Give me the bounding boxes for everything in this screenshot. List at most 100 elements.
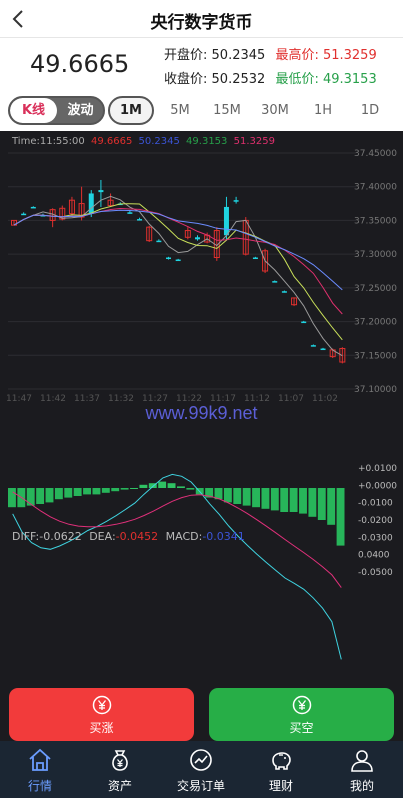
macd-tick-label: -0.0300 — [358, 533, 393, 543]
piggy-bank-icon — [272, 752, 291, 770]
chart-mode-toggle: K线 波动 — [8, 96, 105, 125]
candle-body — [233, 200, 239, 202]
last-price: 49.6665 — [30, 50, 130, 78]
ma-line-mid — [13, 203, 343, 341]
quote-row-open-high: 开盘价: 50.2345 最高价: 51.3259 — [164, 44, 377, 63]
page-title: 央行数字货币 — [150, 13, 253, 33]
candle-body — [223, 206, 229, 236]
nav-orders[interactable]: 交易订单 — [161, 741, 241, 798]
macd-bar — [261, 488, 270, 509]
candle-body — [21, 213, 27, 216]
macd-tick-label: -0.0100 — [358, 499, 393, 509]
tab-5m[interactable]: 5M — [160, 96, 200, 125]
low-label: 最低价: — [275, 72, 319, 87]
macd-bar — [92, 488, 101, 495]
macd-bar — [299, 488, 307, 514]
candle-body — [310, 345, 316, 347]
tab-kline[interactable]: K线 — [10, 98, 57, 123]
legend-ma2: 50.2345 — [138, 136, 180, 147]
macd-bar — [233, 488, 242, 504]
candle-body — [98, 190, 104, 193]
money-bag-icon — [112, 750, 128, 771]
macd-bar — [223, 488, 232, 503]
macd-bar — [130, 488, 138, 489]
y-tick-label: 37.35000 — [354, 216, 397, 226]
macd-bar — [111, 488, 120, 492]
nav-market-label: 行情 — [27, 779, 52, 793]
bottom-nav: 行情 资产 交易订单 理财 我的 — [0, 741, 403, 798]
candle-body — [281, 291, 287, 293]
user-icon — [351, 750, 373, 772]
macd-bar — [45, 488, 54, 503]
tab-1d[interactable]: 1D — [350, 96, 390, 125]
nav-assets-label: 资产 — [107, 779, 132, 793]
close-value: 50.2532 — [211, 72, 266, 87]
macd-bar — [158, 481, 167, 488]
candle-body — [194, 237, 200, 240]
dea-label: DEA: — [89, 530, 116, 543]
candle-body — [156, 240, 162, 243]
candle-body — [137, 219, 143, 221]
candle-body — [88, 193, 94, 214]
open-value: 50.2345 — [211, 48, 266, 63]
legend-ma4: 51.3259 — [233, 136, 275, 147]
quote-panel: 49.6665 开盘价: 50.2345 最高价: 51.3259 收盘价: 5… — [0, 38, 403, 91]
macd-bar — [54, 488, 63, 500]
macd-bar — [280, 488, 289, 512]
macd-bar — [36, 488, 45, 504]
tab-30m[interactable]: 30M — [255, 96, 295, 125]
high-label: 最高价: — [275, 48, 319, 63]
diff-label: DIFF: — [12, 530, 40, 543]
tab-1m[interactable]: 1M — [108, 96, 154, 125]
buy-up-button[interactable]: 买涨 — [9, 688, 194, 741]
nav-finance-label: 理财 — [268, 779, 293, 793]
macd-bar — [252, 488, 260, 508]
macd-bar — [289, 488, 298, 512]
candle-body — [127, 212, 133, 214]
macd-bar — [242, 488, 251, 506]
macd-tick-label: -0.0500 — [358, 568, 393, 578]
y-tick-label: 37.25000 — [354, 284, 397, 294]
kline-chart[interactable]: 37.45000 37.40000 37.35000 37.30000 37.25000… — [0, 131, 403, 681]
buy-down-button[interactable]: 买空 — [209, 688, 394, 741]
nav-finance[interactable]: 理财 — [241, 741, 321, 798]
nav-mine[interactable]: 我的 — [322, 741, 402, 798]
app-header: 央行数字货币 — [0, 0, 403, 38]
tab-15m[interactable]: 15M — [207, 96, 247, 125]
macd-bar — [64, 488, 73, 498]
nav-assets[interactable]: 资产 — [80, 741, 160, 798]
macd-bar — [139, 484, 148, 488]
diff-value: -0.0622 — [39, 530, 82, 543]
candle-body — [30, 206, 36, 209]
macd-bar — [308, 488, 317, 517]
macd-tick-label: -0.0200 — [358, 516, 393, 526]
macd-bar — [83, 488, 91, 495]
nav-mine-label: 我的 — [349, 779, 374, 793]
trade-buttons: 买涨 买空 — [0, 681, 403, 741]
tab-wave[interactable]: 波动 — [58, 98, 103, 123]
y-tick-label: 37.30000 — [354, 250, 397, 260]
macd-bar — [8, 488, 16, 508]
watermark: www.99k9.net — [145, 403, 258, 423]
candle-body — [320, 348, 326, 351]
macd-bar — [336, 488, 345, 546]
macd-bar — [317, 488, 326, 520]
quote-row-close-low: 收盘价: 50.2532 最低价: 49.3153 — [164, 68, 377, 87]
legend-ma3: 49.3153 — [186, 136, 228, 147]
legend-ma1: 49.6665 — [90, 136, 133, 147]
buy-up-label: 买涨 — [89, 721, 114, 735]
macd-bar — [167, 483, 176, 488]
macd-label: MACD: — [165, 530, 203, 543]
macd-bar — [101, 488, 110, 493]
y-tick-label: 37.20000 — [354, 318, 397, 328]
y-tick-label: 37.45000 — [354, 149, 397, 159]
chart-tabs: K线 波动 1M 5M 15M 30M 1H 1D — [0, 91, 403, 131]
macd-bar — [186, 488, 195, 490]
yuan-icon — [292, 695, 312, 715]
buy-down-label: 买空 — [289, 721, 314, 735]
tab-1h[interactable]: 1H — [303, 96, 343, 125]
trend-chart-icon — [190, 749, 212, 771]
dea-value: -0.0452 — [115, 530, 159, 543]
macd-bar — [327, 488, 336, 525]
nav-market[interactable]: 行情 — [0, 741, 80, 798]
